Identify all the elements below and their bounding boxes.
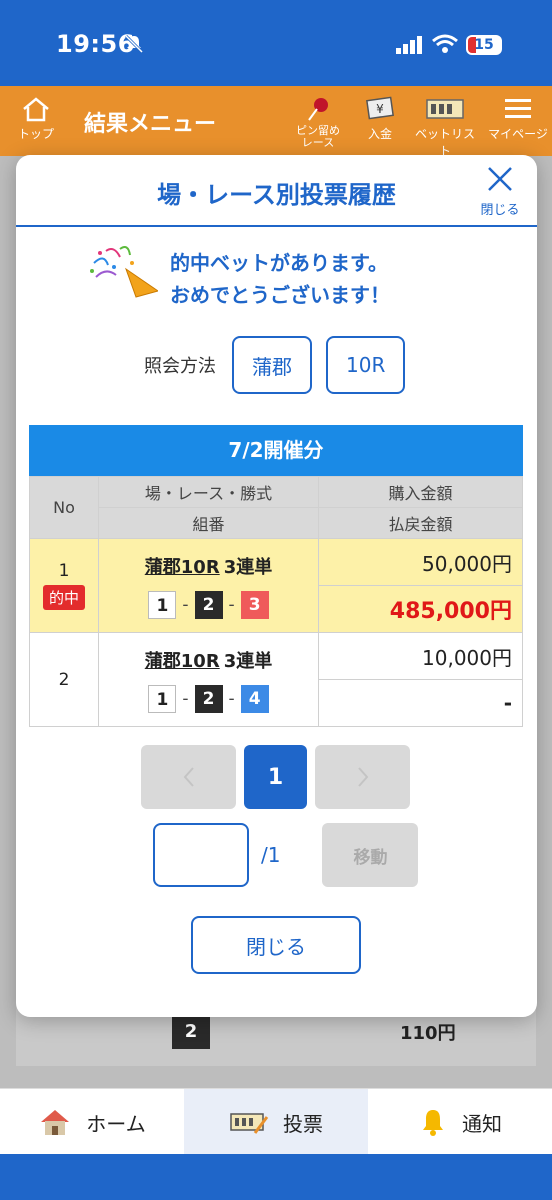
table-row: 2 蒲郡10R 3連単 1 - 2 - 4 10,000円 — [29, 632, 523, 727]
home-indicator-bar — [0, 1154, 552, 1200]
background-price: 110円 — [400, 1023, 456, 1044]
bet-history-table: No 場・レース・勝式 購入金額 組番 払戻金額 1 的中 蒲郡10R 3連単 1… — [29, 476, 523, 727]
race-link[interactable]: 蒲郡10R — [145, 557, 220, 578]
combination: 1 - 2 - 4 — [99, 684, 318, 713]
bottom-tab-notify[interactable]: 通知 — [368, 1089, 552, 1155]
race-chip[interactable]: 10R — [326, 336, 406, 394]
page-jump: /1 移動 — [153, 823, 419, 887]
bet-type: 3連単 — [223, 650, 273, 672]
venue-chip[interactable]: 蒲郡 — [232, 336, 312, 394]
close-icon — [488, 167, 512, 191]
congrats-message: 的中ベットがあります。 おめでとうございます！ — [86, 243, 476, 307]
party-popper-icon — [90, 246, 158, 298]
purchase-amount: 50,000円 — [318, 538, 523, 586]
combo-number: 2 — [194, 590, 223, 619]
top-nav-betlist[interactable]: ベットリスト — [410, 96, 480, 159]
svg-text:¥: ¥ — [376, 102, 384, 116]
chevron-left-icon — [183, 767, 194, 787]
battery-icon: 15 — [466, 35, 502, 55]
hit-badge: 的中 — [42, 585, 85, 610]
move-page-button[interactable]: 移動 — [322, 823, 419, 887]
bet-type: 3連単 — [223, 556, 273, 578]
combo-number: 2 — [194, 684, 223, 713]
top-nav-deposit[interactable]: ¥ 入金 — [360, 96, 400, 142]
page-number-input[interactable] — [153, 823, 249, 887]
modal-title: 場・レース別投票履歴 — [157, 181, 396, 209]
app-title: 結果メニュー — [84, 112, 217, 137]
bottom-tab-home[interactable]: ホーム — [0, 1089, 184, 1155]
bottom-nav: ホーム 投票 通知 — [0, 1088, 552, 1155]
house-icon — [23, 97, 49, 122]
header-purchase: 購入金額 — [318, 476, 523, 508]
app-header: トップ 結果メニュー ピン留め レース ¥ 入金 ベットリスト マイページ — [0, 86, 552, 159]
signal-icon — [396, 36, 422, 54]
bottom-tab-vote[interactable]: 投票 — [184, 1089, 368, 1155]
combo-number: 4 — [240, 684, 269, 713]
payout-amount: - — [318, 679, 523, 727]
top-nav-pin[interactable]: ピン留め レース — [288, 96, 348, 149]
congrats-line2: おめでとうございます！ — [170, 283, 390, 307]
wifi-icon — [432, 34, 458, 53]
pin-icon — [308, 98, 328, 121]
header-race-type: 場・レース・勝式 — [98, 476, 319, 508]
page-current-button[interactable]: 1 — [244, 745, 307, 809]
payout-amount: 485,000円 — [318, 585, 523, 633]
congrats-line1: 的中ベットがあります。 — [170, 251, 388, 275]
combo-number: 1 — [148, 590, 177, 619]
race-link[interactable]: 蒲郡10R — [145, 651, 220, 672]
page-total: /1 — [261, 843, 281, 867]
close-button[interactable]: 閉じる — [191, 916, 361, 974]
combo-number: 1 — [148, 684, 177, 713]
row-number: 1 — [58, 561, 70, 581]
background-number: 2 — [172, 1015, 210, 1049]
pagination: 1 — [141, 745, 411, 809]
header-payout: 払戻金額 — [318, 507, 523, 539]
query-method-label: 照会方法 — [144, 356, 216, 377]
combo-number: 3 — [240, 590, 269, 619]
table-row: 1 的中 蒲郡10R 3連単 1 - 2 - 3 50,000円 — [29, 538, 523, 633]
bell-icon — [423, 1110, 443, 1136]
top-nav-home[interactable]: トップ — [14, 96, 58, 142]
close-x-label: 閉じる — [480, 203, 520, 218]
purchase-amount: 10,000円 — [318, 632, 523, 680]
ticket-icon — [426, 99, 464, 119]
chevron-right-icon — [357, 767, 368, 787]
row-number: 2 — [58, 669, 70, 690]
header-no: No — [29, 476, 99, 539]
yen-card-icon: ¥ — [366, 96, 394, 120]
header-combo: 組番 — [98, 507, 319, 539]
menu-icon — [505, 99, 531, 118]
top-nav-mypage[interactable]: マイページ — [488, 96, 548, 142]
query-method: 照会方法 蒲郡 10R — [144, 336, 419, 394]
prev-page-button[interactable] — [141, 745, 236, 809]
status-bar: 19:56 15 — [0, 0, 552, 86]
combination: 1 - 2 - 3 — [99, 590, 318, 619]
betting-history-modal: 場・レース別投票履歴 閉じる 的中ベットがあります。 おめでとうございます！ 照… — [16, 155, 537, 1017]
bell-mute-icon — [124, 34, 144, 54]
modal-header: 場・レース別投票履歴 閉じる — [16, 155, 537, 227]
house-icon — [41, 1110, 70, 1135]
next-page-button[interactable] — [315, 745, 410, 809]
modal-close-x-button[interactable]: 閉じる — [478, 165, 522, 225]
date-header: 7/2開催分 — [29, 425, 523, 476]
ticket-pen-icon — [230, 1113, 269, 1134]
